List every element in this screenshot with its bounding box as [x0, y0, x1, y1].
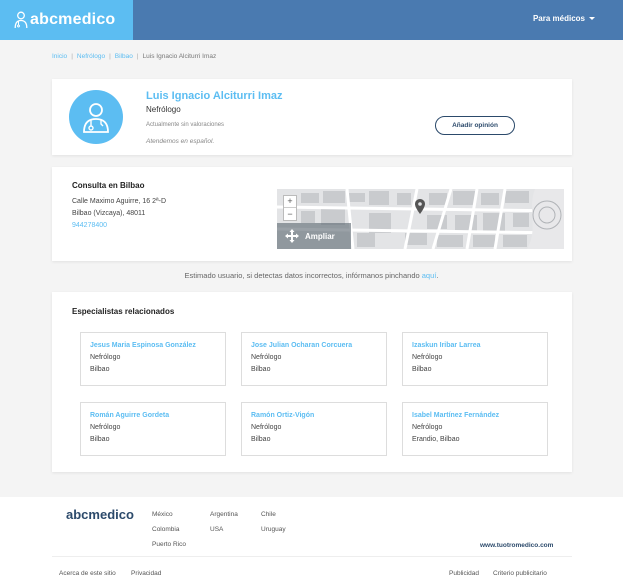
- footer-country-link[interactable]: Chile: [261, 511, 276, 518]
- doctor-language: Atendemos en español.: [146, 138, 215, 145]
- doctor-reviews: Actualmente sin valoraciones: [146, 122, 225, 128]
- incorrect-data-notice: Estimado usuario, si detectas datos inco…: [0, 271, 623, 280]
- zoom-out-button[interactable]: −: [284, 208, 296, 220]
- footer-domain-link[interactable]: www.tuotromedico.com: [480, 542, 553, 549]
- specialist-specialty: Nefrólogo: [412, 424, 443, 431]
- footer-about-link[interactable]: Acerca de este sitio: [59, 570, 116, 577]
- chevron-down-icon: [589, 17, 595, 21]
- doctor-specialty: Nefrólogo: [146, 105, 181, 114]
- specialist-name[interactable]: Izaskun Iribar Larrea: [412, 342, 547, 349]
- breadcrumb-inicio[interactable]: Inicio: [52, 53, 67, 60]
- consulta-card: Consulta en Bilbao Calle Maximo Aguirre,…: [52, 167, 572, 261]
- para-medicos-label: Para médicos: [532, 14, 585, 23]
- specialist-name[interactable]: Jesus Maria Espinosa González: [90, 342, 225, 349]
- expand-map-label: Ampliar: [305, 231, 335, 241]
- footer-country-link[interactable]: Uruguay: [261, 526, 286, 533]
- specialist-city: Bilbao: [90, 366, 110, 373]
- footer-ad-criteria-link[interactable]: Criterio publicitario: [493, 570, 547, 577]
- add-opinion-button[interactable]: Añadir opinión: [435, 116, 515, 135]
- specialist-name[interactable]: Román Aguirre Gordeta: [90, 412, 225, 419]
- notice-link[interactable]: aquí: [422, 271, 437, 280]
- specialist-name[interactable]: Ramón Ortiz-Vigón: [251, 412, 386, 419]
- breadcrumb-nefrologo[interactable]: Nefrólogo: [77, 53, 105, 60]
- location-map[interactable]: + − Ampliar: [277, 189, 564, 249]
- specialist-specialty: Nefrólogo: [412, 354, 443, 361]
- related-specialist-card[interactable]: Ramón Ortiz-Vigón Nefrólogo Bilbao: [241, 402, 387, 456]
- consulta-address-line2: Bilbao (Vizcaya), 48011: [72, 210, 146, 217]
- specialist-specialty: Nefrólogo: [251, 354, 282, 361]
- footer-privacy-link[interactable]: Privacidad: [131, 570, 161, 577]
- specialist-city: Bilbao: [251, 366, 271, 373]
- related-specialist-card[interactable]: Izaskun Iribar Larrea Nefrólogo Bilbao: [402, 332, 548, 386]
- map-pin-icon: [415, 199, 425, 214]
- footer-divider: [52, 556, 572, 557]
- footer-advertising-link[interactable]: Publicidad: [449, 570, 479, 577]
- footer-country-link[interactable]: Argentina: [210, 511, 238, 518]
- breadcrumb-separator: |: [136, 53, 139, 60]
- site-footer: abcmedico México Colombia Puerto Rico Ar…: [0, 497, 623, 584]
- footer-logo[interactable]: abcmedico: [66, 507, 134, 522]
- specialist-specialty: Nefrólogo: [90, 424, 121, 431]
- footer-country-link[interactable]: México: [152, 511, 173, 518]
- map-zoom-control: + −: [283, 195, 297, 221]
- related-specialist-card[interactable]: Isabel Martínez Fernández Nefrólogo Eran…: [402, 402, 548, 456]
- breadcrumb: Inicio | Nefrólogo | Bilbao | Luis Ignacio Alc…: [52, 53, 216, 60]
- specialist-specialty: Nefrólogo: [251, 424, 282, 431]
- doctor-name[interactable]: Luis Ignacio Alciturri Imaz: [146, 90, 283, 102]
- notice-end: .: [436, 271, 439, 280]
- zoom-in-button[interactable]: +: [284, 196, 296, 208]
- footer-country-link[interactable]: Puerto Rico: [152, 541, 186, 548]
- consulta-phone-link[interactable]: 944278400: [72, 222, 107, 229]
- consulta-address-line1: Calle Maximo Aguirre, 16 2ª-D: [72, 198, 167, 205]
- consulta-title: Consulta en Bilbao: [72, 181, 145, 190]
- breadcrumb-bilbao[interactable]: Bilbao: [115, 53, 133, 60]
- breadcrumb-separator: |: [109, 53, 111, 60]
- footer-country-link[interactable]: Colombia: [152, 526, 179, 533]
- related-specialists-card: Especialistas relacionados Jesus Maria E…: [52, 292, 572, 472]
- specialist-city: Erandio, Bilbao: [412, 436, 460, 443]
- avatar: [69, 90, 123, 144]
- logo-text: abcmedico: [30, 11, 116, 28]
- site-logo[interactable]: abcmedico: [0, 0, 133, 40]
- related-specialist-card[interactable]: Jose Julian Ocharan Corcuera Nefrólogo B…: [241, 332, 387, 386]
- move-arrows-icon: [285, 229, 299, 243]
- specialist-city: Bilbao: [251, 436, 271, 443]
- specialist-city: Bilbao: [412, 366, 432, 373]
- related-specialist-card[interactable]: Jesus Maria Espinosa González Nefrólogo …: [80, 332, 226, 386]
- para-medicos-menu[interactable]: Para médicos: [533, 14, 595, 23]
- doctor-logo-icon: [14, 11, 28, 29]
- top-header: abcmedico Para médicos: [0, 0, 623, 40]
- notice-text: Estimado usuario, si detectas datos inco…: [184, 271, 422, 280]
- specialist-name[interactable]: Jose Julian Ocharan Corcuera: [251, 342, 386, 349]
- specialist-specialty: Nefrólogo: [90, 354, 121, 361]
- expand-map-button[interactable]: Ampliar: [277, 223, 351, 249]
- doctor-icon: [83, 103, 109, 133]
- doctor-profile-card: Luis Ignacio Alciturri Imaz Nefrólogo Ac…: [52, 79, 572, 155]
- related-specialist-card[interactable]: Román Aguirre Gordeta Nefrólogo Bilbao: [80, 402, 226, 456]
- specialist-city: Bilbao: [90, 436, 110, 443]
- specialist-name[interactable]: Isabel Martínez Fernández: [412, 412, 547, 419]
- breadcrumb-current: Luis Ignacio Alciturri Imaz: [142, 53, 217, 60]
- breadcrumb-separator: |: [71, 53, 73, 60]
- related-title: Especialistas relacionados: [72, 307, 175, 316]
- footer-country-link[interactable]: USA: [210, 526, 223, 533]
